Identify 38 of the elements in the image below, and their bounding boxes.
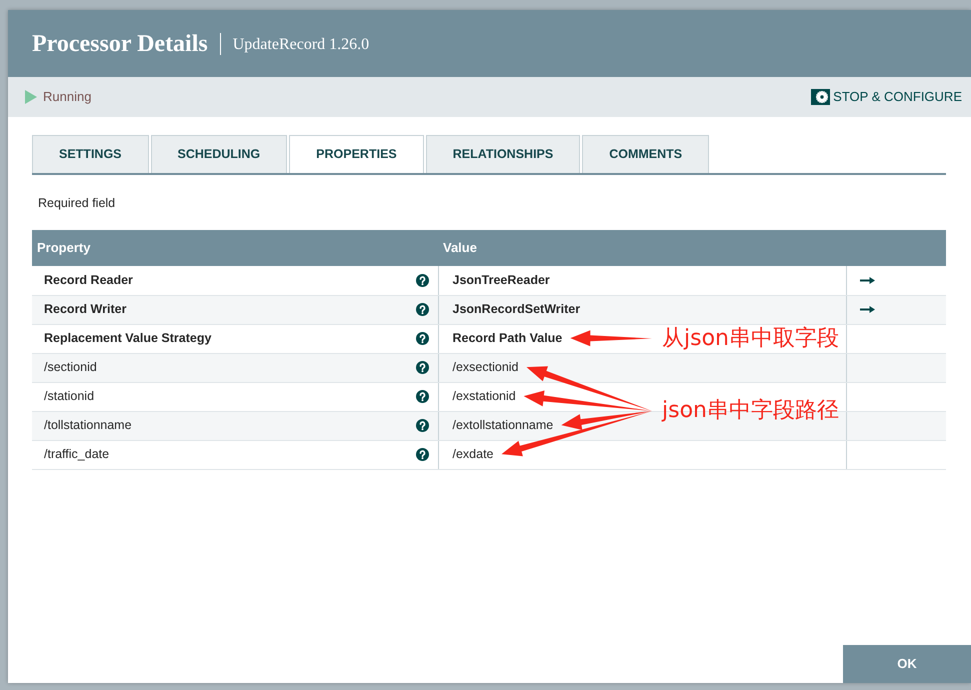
- required-field-note: Required field: [38, 195, 116, 211]
- annotation-label: 从json串中取字段: [662, 326, 839, 352]
- property-value: JsonTreeReader: [452, 272, 550, 287]
- arrow-right-icon[interactable]: [860, 306, 874, 313]
- property-value: JsonRecordSetWriter: [452, 302, 580, 316]
- tab[interactable]: COMMENTS: [582, 135, 710, 173]
- property-name: /sectionid: [44, 359, 97, 376]
- tab[interactable]: SCHEDULING: [150, 135, 288, 173]
- property-name: Record Writer: [44, 301, 126, 318]
- help-icon: [416, 332, 428, 345]
- property-name: Replacement Value Strategy: [44, 330, 212, 348]
- help-icon: [416, 390, 428, 403]
- arrow-right-icon[interactable]: [860, 276, 874, 284]
- stop-configure-button[interactable]: STOP & CONFIGURE: [811, 89, 962, 105]
- help-icon: [416, 361, 428, 374]
- property-value: /extollstationname: [452, 418, 554, 432]
- tab[interactable]: RELATIONSHIPS: [426, 135, 580, 173]
- property-name: /stationid: [44, 388, 94, 406]
- column-header: Value: [438, 230, 946, 266]
- help-icon: [416, 303, 428, 316]
- property-value: /exstationid: [452, 389, 516, 404]
- help-icon: [416, 419, 428, 432]
- property-value: /exdate: [452, 447, 494, 462]
- gear-icon: [811, 89, 830, 105]
- property-name: /tollstationname: [44, 417, 132, 434]
- property-name: Record Reader: [44, 272, 133, 289]
- dialog-subtitle: UpdateRecord 1.26.0: [232, 35, 370, 54]
- property-name: /traffic_date: [44, 446, 110, 464]
- tab[interactable]: SETTINGS: [32, 135, 149, 173]
- property-value: Record Path Value: [452, 331, 562, 346]
- dialog-title: Processor Details: [32, 30, 208, 58]
- tab[interactable]: PROPERTIES: [289, 135, 424, 173]
- annotation-label: json串中字段路径: [662, 398, 839, 424]
- column-header: Property: [32, 230, 438, 266]
- help-icon: [416, 448, 428, 461]
- property-value: /exsectionid: [452, 360, 519, 374]
- status-label: Running: [43, 89, 92, 105]
- help-icon: [416, 274, 428, 287]
